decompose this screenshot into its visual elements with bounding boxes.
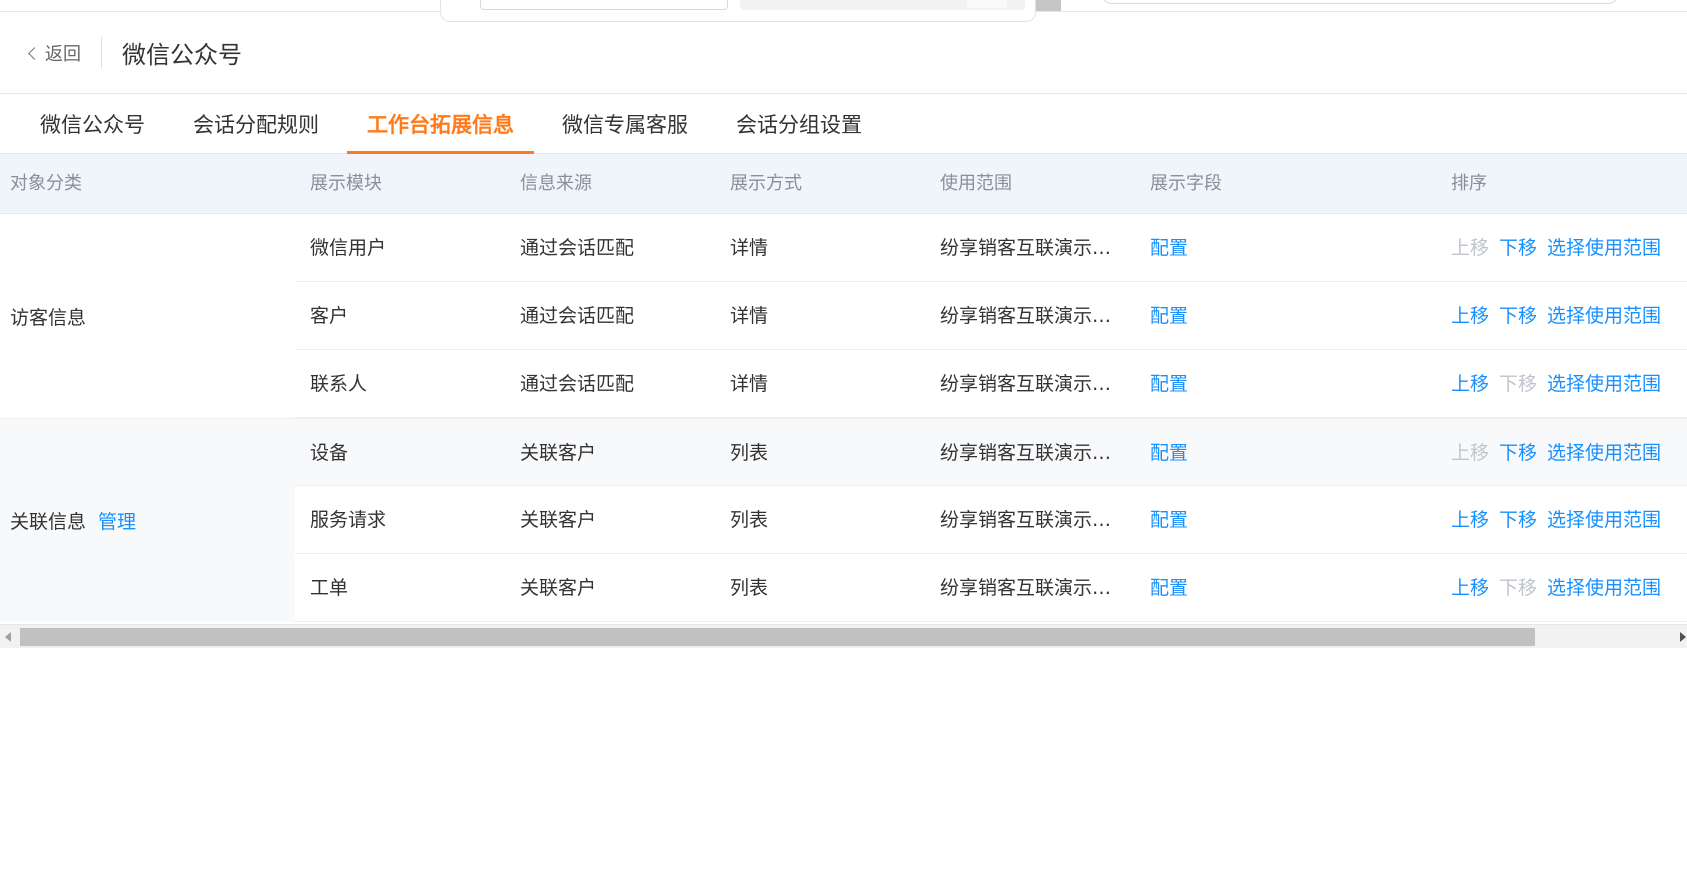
scrollbar-thumb[interactable]: [20, 628, 1535, 646]
page-title: 微信公众号: [122, 41, 242, 69]
back-label: 返回: [45, 43, 81, 65]
tab-session-assignment-rules[interactable]: 会话分配规则: [173, 94, 339, 153]
select-usage-scope-link[interactable]: 选择使用范围: [1547, 305, 1661, 327]
scope-cell: 纷享销客互联演示企业: [940, 305, 1118, 327]
sort-actions: 上移 下移 选择使用范围: [1451, 486, 1671, 554]
scope-cell: 纷享销客互联演示企业: [940, 373, 1118, 395]
column-header-usage-scope: 使用范围: [940, 173, 1012, 194]
back-button[interactable]: 返回: [28, 40, 81, 66]
mode-cell: 列表: [730, 509, 769, 531]
scroll-right-arrow-icon[interactable]: [1680, 632, 1686, 642]
table-row: 联系人 通过会话匹配 详情 纷享销客互联演示企业 配置 上移 下移 选择使用范围: [295, 350, 1687, 418]
source-cell: 关联客户: [520, 577, 597, 599]
move-down-link[interactable]: 下移: [1499, 442, 1537, 464]
table-row: 服务请求 关联客户 列表 纷享销客互联演示企业 配置 上移 下移 选择使用范围: [295, 486, 1687, 554]
overlay-search-fragment: [1100, 0, 1620, 4]
column-header-object-category: 对象分类: [10, 173, 82, 194]
sort-actions: 上移 下移 选择使用范围: [1451, 419, 1671, 487]
move-down-link[interactable]: 下移: [1499, 305, 1537, 327]
column-header-display-mode: 展示方式: [730, 173, 802, 194]
select-usage-scope-link[interactable]: 选择使用范围: [1547, 442, 1661, 464]
top-overlay-strip: [0, 0, 1687, 22]
extension-info-table: 对象分类 展示模块 信息来源 展示方式 使用范围 展示字段 排序 访客信息 关联…: [0, 154, 1687, 624]
column-header-display-module: 展示模块: [310, 173, 382, 194]
mode-cell: 列表: [730, 577, 769, 599]
table-row: 设备 关联客户 列表 纷享销客互联演示企业 配置 上移 下移 选择使用范围: [295, 418, 1687, 486]
configure-link[interactable]: 配置: [1150, 350, 1188, 418]
overlay-input-fragment: [480, 0, 728, 10]
overlay-scrollbar-fragment: [1036, 0, 1061, 11]
source-cell: 通过会话匹配: [520, 305, 635, 327]
move-down-link: 下移: [1499, 577, 1538, 599]
table-row: 工单 关联客户 列表 纷享销客互联演示企业 配置 上移 下移 选择使用范围: [295, 554, 1687, 622]
move-down-link[interactable]: 下移: [1499, 509, 1537, 531]
sort-actions: 上移 下移 选择使用范围: [1451, 214, 1671, 282]
select-usage-scope-link[interactable]: 选择使用范围: [1547, 577, 1661, 599]
module-cell: 微信用户: [310, 237, 387, 259]
column-header-info-source: 信息来源: [520, 173, 592, 194]
column-header-sort: 排序: [1451, 173, 1487, 194]
source-cell: 通过会话匹配: [520, 237, 635, 259]
sort-actions: 上移 下移 选择使用范围: [1451, 350, 1671, 418]
table-row: 微信用户 通过会话匹配 详情 纷享销客互联演示企业 配置 上移 下移 选择使用范围: [295, 214, 1687, 282]
select-usage-scope-link[interactable]: 选择使用范围: [1547, 237, 1661, 259]
tab-wechat-account[interactable]: 微信公众号: [20, 94, 165, 153]
select-usage-scope-link[interactable]: 选择使用范围: [1547, 373, 1661, 395]
scroll-left-arrow-icon[interactable]: [5, 632, 11, 642]
move-down-link: 下移: [1499, 373, 1538, 395]
move-down-link[interactable]: 下移: [1499, 237, 1537, 259]
configure-link[interactable]: 配置: [1150, 554, 1188, 622]
mode-cell: 详情: [730, 237, 769, 259]
tab-wechat-exclusive-service[interactable]: 微信专属客服: [542, 94, 708, 153]
scope-cell: 纷享销客互联演示企业: [940, 577, 1118, 599]
configure-link[interactable]: 配置: [1150, 486, 1188, 554]
configure-link[interactable]: 配置: [1150, 214, 1188, 282]
source-cell: 通过会话匹配: [520, 373, 635, 395]
chevron-left-icon: [28, 46, 41, 60]
group-label: 关联信息: [10, 511, 87, 533]
group-related-info: 关联信息 管理: [0, 418, 295, 622]
horizontal-scrollbar[interactable]: [0, 624, 1687, 648]
sort-actions: 上移 下移 选择使用范围: [1451, 282, 1671, 350]
select-usage-scope-link[interactable]: 选择使用范围: [1547, 509, 1661, 531]
tab-session-group-settings[interactable]: 会话分组设置: [716, 94, 882, 153]
module-cell: 服务请求: [310, 509, 387, 531]
manage-link[interactable]: 管理: [98, 507, 136, 534]
configure-link[interactable]: 配置: [1150, 282, 1188, 350]
mode-cell: 详情: [730, 373, 769, 395]
move-up-link[interactable]: 上移: [1451, 305, 1489, 327]
move-up-link[interactable]: 上移: [1451, 509, 1489, 531]
page-header: 返回 微信公众号: [0, 12, 1687, 94]
column-header-display-fields: 展示字段: [1150, 173, 1222, 194]
module-cell: 联系人: [310, 373, 368, 395]
table-row: 客户 通过会话匹配 详情 纷享销客互联演示企业 配置 上移 下移 选择使用范围: [295, 282, 1687, 350]
overlay-input-fragment-2: [740, 0, 1025, 10]
move-up-link: 上移: [1451, 237, 1490, 259]
group-visitor-info: 访客信息: [0, 214, 295, 418]
source-cell: 关联客户: [520, 509, 597, 531]
overlay-input-inner: [967, 0, 1007, 8]
move-up-link[interactable]: 上移: [1451, 577, 1489, 599]
scope-cell: 纷享销客互联演示企业: [940, 237, 1118, 259]
move-up-link[interactable]: 上移: [1451, 373, 1489, 395]
tab-workbench-extension-info[interactable]: 工作台拓展信息: [347, 94, 534, 154]
mode-cell: 详情: [730, 305, 769, 327]
move-up-link: 上移: [1451, 442, 1490, 464]
table-header: 对象分类 展示模块 信息来源 展示方式 使用范围 展示字段 排序: [0, 154, 1687, 214]
sort-actions: 上移 下移 选择使用范围: [1451, 554, 1671, 622]
header-divider: [101, 36, 102, 69]
tab-bar: 微信公众号 会话分配规则 工作台拓展信息 微信专属客服 会话分组设置: [0, 94, 1687, 154]
module-cell: 设备: [310, 442, 349, 464]
mode-cell: 列表: [730, 442, 769, 464]
source-cell: 关联客户: [520, 442, 597, 464]
module-cell: 客户: [310, 305, 349, 327]
scope-cell: 纷享销客互联演示企业: [940, 442, 1118, 464]
group-label: 访客信息: [10, 306, 87, 329]
module-cell: 工单: [310, 577, 349, 599]
configure-link[interactable]: 配置: [1150, 419, 1188, 487]
scope-cell: 纷享销客互联演示企业: [940, 509, 1118, 531]
